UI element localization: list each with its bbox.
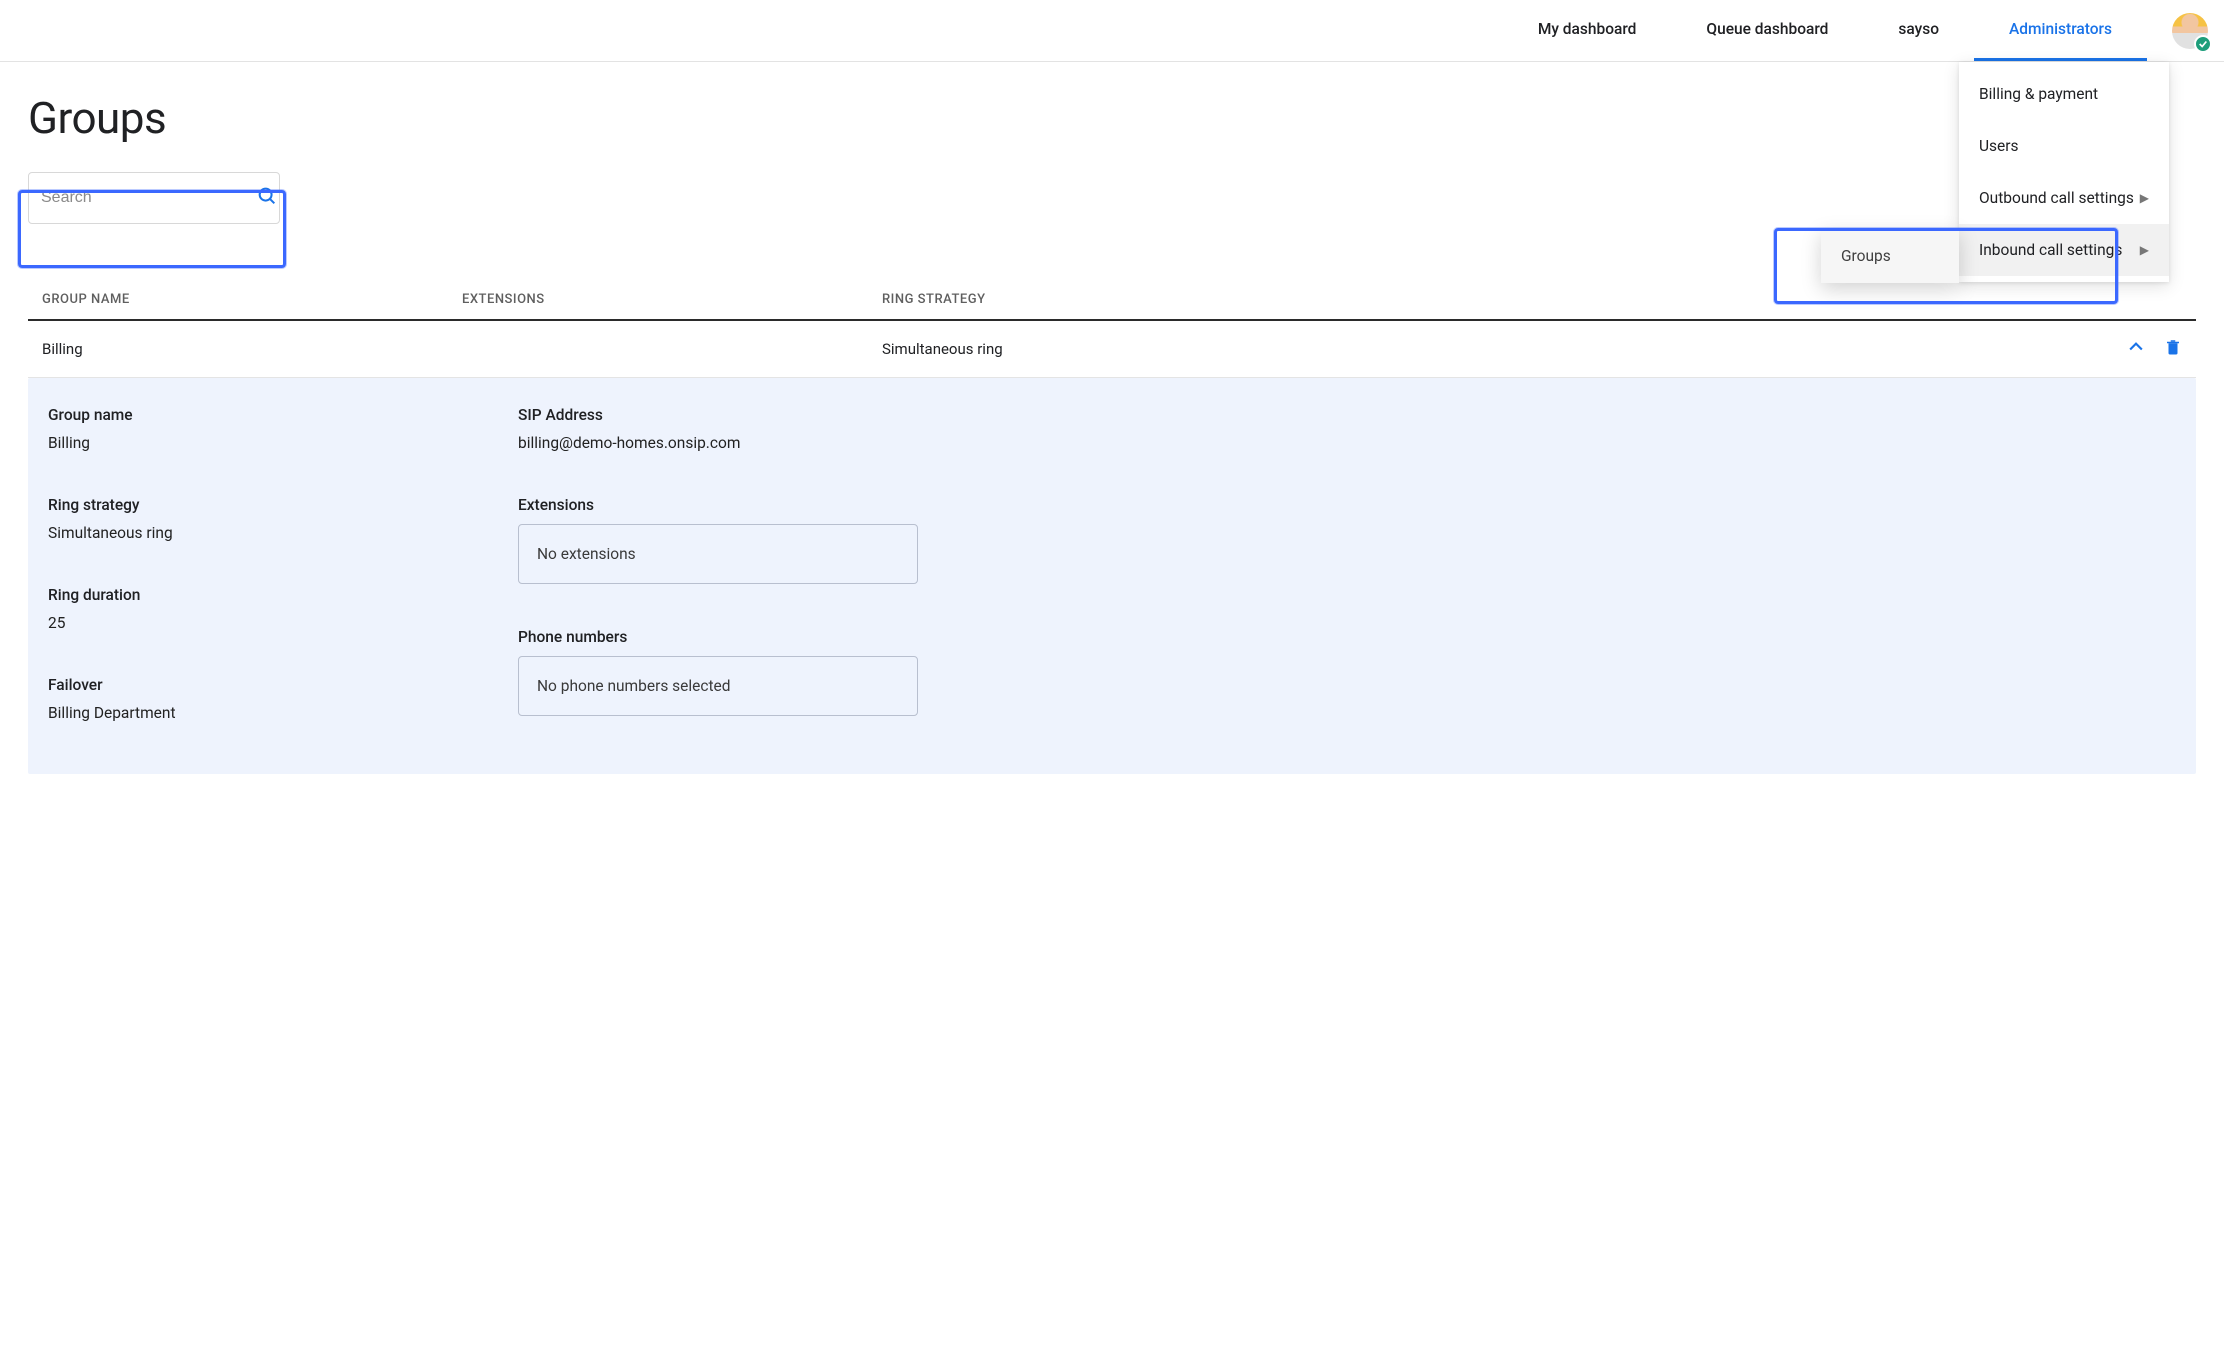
menu-label: Inbound call settings [1979, 241, 2122, 259]
col-header-extensions: EXTENSIONS [462, 292, 882, 307]
administrators-dropdown: Billing & payment Users Outbound call se… [1959, 62, 2169, 282]
value-failover: Billing Department [48, 704, 508, 722]
table-header-row: GROUP NAME EXTENSIONS RING STRATEGY [28, 280, 2196, 321]
phone-numbers-box[interactable]: No phone numbers selected [518, 656, 918, 716]
label-extensions: Extensions [518, 496, 2176, 514]
groups-table: GROUP NAME EXTENSIONS RING STRATEGY Bill… [28, 280, 2196, 774]
label-failover: Failover [48, 676, 508, 694]
extensions-box[interactable]: No extensions [518, 524, 918, 584]
label-group-name: Group name [48, 406, 508, 424]
search-input[interactable] [41, 189, 248, 207]
tab-administrators[interactable]: Administrators [1974, 0, 2147, 61]
cell-group-name: Billing [42, 340, 462, 358]
top-nav: My dashboard Queue dashboard sayso Admin… [0, 0, 2224, 62]
cell-ring-strategy: Simultaneous ring [882, 340, 2092, 358]
col-header-ring-strategy: RING STRATEGY [882, 292, 2092, 307]
col-header-group-name: GROUP NAME [42, 292, 462, 307]
nav-tabs: My dashboard Queue dashboard sayso Admin… [1503, 0, 2147, 61]
menu-label: Outbound call settings [1979, 189, 2134, 207]
collapse-icon[interactable] [2126, 337, 2146, 361]
submenu-item-groups[interactable]: Groups [1821, 229, 1959, 283]
value-sip-address: billing@demo-homes.onsip.com [518, 434, 2176, 452]
label-ring-duration: Ring duration [48, 586, 508, 604]
table-row[interactable]: Billing Simultaneous ring [28, 321, 2196, 378]
value-group-name: Billing [48, 434, 508, 452]
chevron-right-icon: ▶ [2140, 191, 2149, 205]
details-right-column: SIP Address billing@demo-homes.onsip.com… [518, 406, 2176, 744]
tab-queue-dashboard[interactable]: Queue dashboard [1671, 0, 1863, 61]
inbound-submenu: Groups [1821, 229, 1959, 283]
tab-sayso[interactable]: sayso [1863, 0, 1974, 61]
search-box[interactable] [28, 172, 280, 224]
tab-my-dashboard[interactable]: My dashboard [1503, 0, 1672, 61]
label-phone-numbers: Phone numbers [518, 628, 2176, 646]
value-ring-strategy: Simultaneous ring [48, 524, 508, 542]
presence-badge-icon [2194, 35, 2212, 53]
page-title: Groups [28, 92, 2196, 144]
group-details-panel: Group name Billing Ring strategy Simulta… [28, 378, 2196, 774]
menu-outbound-call-settings[interactable]: Outbound call settings ▶ [1959, 172, 2169, 224]
label-ring-strategy: Ring strategy [48, 496, 508, 514]
menu-inbound-call-settings[interactable]: Inbound call settings ▶ [1959, 224, 2169, 276]
label-sip-address: SIP Address [518, 406, 2176, 424]
details-left-column: Group name Billing Ring strategy Simulta… [48, 406, 508, 744]
chevron-right-icon: ▶ [2140, 243, 2149, 257]
row-actions [2092, 337, 2182, 361]
search-icon[interactable] [256, 185, 278, 211]
avatar[interactable] [2172, 13, 2208, 49]
menu-label: Billing & payment [1979, 85, 2098, 103]
menu-billing-payment[interactable]: Billing & payment [1959, 68, 2169, 120]
menu-users[interactable]: Users [1959, 120, 2169, 172]
menu-label: Users [1979, 137, 2019, 155]
value-ring-duration: 25 [48, 614, 508, 632]
delete-icon[interactable] [2164, 337, 2182, 361]
page-body: Groups GROUP NAME EXTENSIONS RING STRATE… [0, 62, 2224, 814]
